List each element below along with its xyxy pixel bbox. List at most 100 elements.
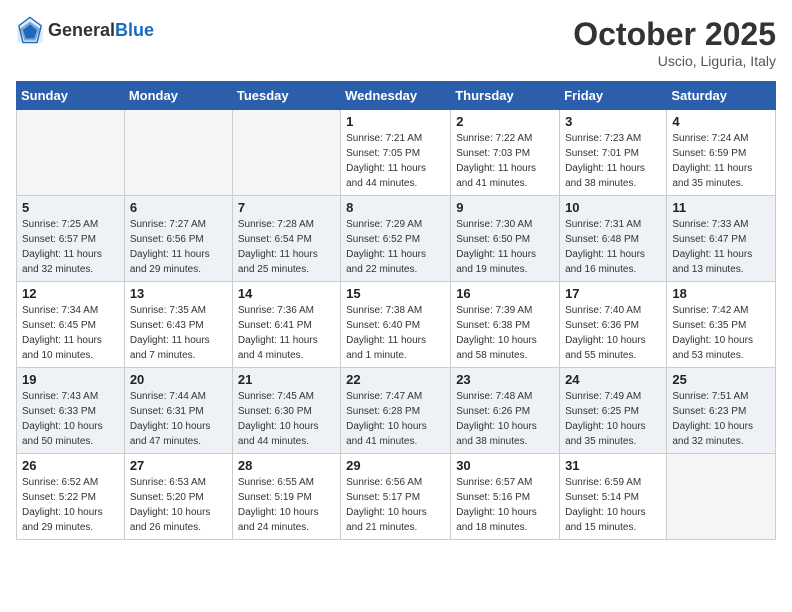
table-row: 11Sunrise: 7:33 AM Sunset: 6:47 PM Dayli… [667, 196, 776, 282]
day-info: Sunrise: 7:47 AM Sunset: 6:28 PM Dayligh… [346, 389, 445, 449]
day-number: 14 [238, 286, 335, 301]
day-number: 10 [565, 200, 661, 215]
calendar-week-row: 5 Sunrise: 7:25 AM Sunset: 6:57 PM Daylig… [17, 196, 776, 282]
calendar-week-row: 1 Sunrise: 7:21 AM Sunset: 7:05 PM Daylig… [17, 110, 776, 196]
day-info: Sunrise: 6:53 AM Sunset: 5:20 PM Dayligh… [130, 475, 227, 535]
table-row: 25 Sunrise: 7:51 AM Sunset: 6:23 PM Dayli… [667, 368, 776, 454]
table-row: 2 Sunrise: 7:22 AM Sunset: 7:03 PM Daylig… [451, 110, 560, 196]
day-info: Sunrise: 7:30 AM Sunset: 6:50 PM Dayligh… [456, 217, 554, 277]
day-number: 6 [130, 200, 227, 215]
day-info: Sunrise: 6:56 AM Sunset: 5:17 PM Dayligh… [346, 475, 445, 535]
table-row: 5 Sunrise: 7:25 AM Sunset: 6:57 PM Daylig… [17, 196, 125, 282]
day-info: Sunrise: 7:21 AM Sunset: 7:05 PM Dayligh… [346, 131, 445, 191]
logo: GeneralBlue [16, 16, 154, 44]
day-info: Sunrise: 7:49 AM Sunset: 6:25 PM Dayligh… [565, 389, 661, 449]
day-info: Sunrise: 7:48 AM Sunset: 6:26 PM Dayligh… [456, 389, 554, 449]
calendar-header-row: Sunday Monday Tuesday Wednesday Thursday… [17, 82, 776, 110]
day-number: 8 [346, 200, 445, 215]
logo-icon [16, 16, 44, 44]
day-info: Sunrise: 7:35 AM Sunset: 6:43 PM Dayligh… [130, 303, 227, 363]
table-row [232, 110, 340, 196]
col-thursday: Thursday [451, 82, 560, 110]
table-row: 15 Sunrise: 7:38 AM Sunset: 6:40 PM Dayli… [341, 282, 451, 368]
day-number: 1 [346, 114, 445, 129]
table-row: 21 Sunrise: 7:45 AM Sunset: 6:30 PM Dayli… [232, 368, 340, 454]
day-number: 7 [238, 200, 335, 215]
day-number: 17 [565, 286, 661, 301]
table-row [124, 110, 232, 196]
logo-text: GeneralBlue [48, 20, 154, 41]
day-info: Sunrise: 6:52 AM Sunset: 5:22 PM Dayligh… [22, 475, 119, 535]
table-row: 22 Sunrise: 7:47 AM Sunset: 6:28 PM Dayli… [341, 368, 451, 454]
month-year: October 2025 [573, 16, 776, 53]
table-row: 6 Sunrise: 7:27 AM Sunset: 6:56 PM Daylig… [124, 196, 232, 282]
day-number: 12 [22, 286, 119, 301]
table-row: 17 Sunrise: 7:40 AM Sunset: 6:36 PM Dayli… [560, 282, 667, 368]
day-number: 13 [130, 286, 227, 301]
table-row: 1 Sunrise: 7:21 AM Sunset: 7:05 PM Daylig… [341, 110, 451, 196]
day-number: 24 [565, 372, 661, 387]
day-number: 16 [456, 286, 554, 301]
col-friday: Friday [560, 82, 667, 110]
day-info: Sunrise: 7:42 AM Sunset: 6:35 PM Dayligh… [672, 303, 770, 363]
day-info: Sunrise: 7:34 AM Sunset: 6:45 PM Dayligh… [22, 303, 119, 363]
day-number: 28 [238, 458, 335, 473]
day-number: 15 [346, 286, 445, 301]
table-row [667, 454, 776, 540]
table-row: 29Sunrise: 6:56 AM Sunset: 5:17 PM Dayli… [341, 454, 451, 540]
table-row: 24 Sunrise: 7:49 AM Sunset: 6:25 PM Dayli… [560, 368, 667, 454]
table-row: 7Sunrise: 7:28 AM Sunset: 6:54 PM Daylig… [232, 196, 340, 282]
table-row: 16 Sunrise: 7:39 AM Sunset: 6:38 PM Dayli… [451, 282, 560, 368]
day-number: 31 [565, 458, 661, 473]
day-info: Sunrise: 6:55 AM Sunset: 5:19 PM Dayligh… [238, 475, 335, 535]
day-info: Sunrise: 6:59 AM Sunset: 5:14 PM Dayligh… [565, 475, 661, 535]
day-info: Sunrise: 7:51 AM Sunset: 6:23 PM Dayligh… [672, 389, 770, 449]
table-row: 31 Sunrise: 6:59 AM Sunset: 5:14 PM Dayli… [560, 454, 667, 540]
day-info: Sunrise: 7:24 AM Sunset: 6:59 PM Dayligh… [672, 131, 770, 191]
day-number: 30 [456, 458, 554, 473]
logo-blue: Blue [115, 20, 154, 40]
day-number: 2 [456, 114, 554, 129]
calendar-table: Sunday Monday Tuesday Wednesday Thursday… [16, 81, 776, 540]
table-row: 30 Sunrise: 6:57 AM Sunset: 5:16 PM Dayli… [451, 454, 560, 540]
calendar-week-row: 12 Sunrise: 7:34 AM Sunset: 6:45 PM Dayli… [17, 282, 776, 368]
table-row: 9Sunrise: 7:30 AM Sunset: 6:50 PM Daylig… [451, 196, 560, 282]
day-info: Sunrise: 7:25 AM Sunset: 6:57 PM Dayligh… [22, 217, 119, 277]
table-row: 10 Sunrise: 7:31 AM Sunset: 6:48 PM Dayli… [560, 196, 667, 282]
col-saturday: Saturday [667, 82, 776, 110]
day-number: 27 [130, 458, 227, 473]
day-number: 26 [22, 458, 119, 473]
calendar-week-row: 26 Sunrise: 6:52 AM Sunset: 5:22 PM Dayli… [17, 454, 776, 540]
day-number: 23 [456, 372, 554, 387]
day-info: Sunrise: 7:39 AM Sunset: 6:38 PM Dayligh… [456, 303, 554, 363]
day-number: 25 [672, 372, 770, 387]
table-row: 4 Sunrise: 7:24 AM Sunset: 6:59 PM Daylig… [667, 110, 776, 196]
day-info: Sunrise: 7:22 AM Sunset: 7:03 PM Dayligh… [456, 131, 554, 191]
day-number: 5 [22, 200, 119, 215]
day-info: Sunrise: 7:31 AM Sunset: 6:48 PM Dayligh… [565, 217, 661, 277]
table-row: 19Sunrise: 7:43 AM Sunset: 6:33 PM Dayli… [17, 368, 125, 454]
calendar-week-row: 19Sunrise: 7:43 AM Sunset: 6:33 PM Dayli… [17, 368, 776, 454]
day-number: 3 [565, 114, 661, 129]
col-wednesday: Wednesday [341, 82, 451, 110]
page-header: GeneralBlue October 2025 Uscio, Liguria,… [16, 16, 776, 69]
table-row: 18Sunrise: 7:42 AM Sunset: 6:35 PM Dayli… [667, 282, 776, 368]
logo-general: General [48, 20, 115, 40]
table-row: 13 Sunrise: 7:35 AM Sunset: 6:43 PM Dayli… [124, 282, 232, 368]
day-info: Sunrise: 7:27 AM Sunset: 6:56 PM Dayligh… [130, 217, 227, 277]
day-info: Sunrise: 7:45 AM Sunset: 6:30 PM Dayligh… [238, 389, 335, 449]
col-monday: Monday [124, 82, 232, 110]
location: Uscio, Liguria, Italy [573, 53, 776, 69]
day-number: 4 [672, 114, 770, 129]
day-number: 21 [238, 372, 335, 387]
table-row: 3Sunrise: 7:23 AM Sunset: 7:01 PM Daylig… [560, 110, 667, 196]
day-info: Sunrise: 6:57 AM Sunset: 5:16 PM Dayligh… [456, 475, 554, 535]
day-info: Sunrise: 7:43 AM Sunset: 6:33 PM Dayligh… [22, 389, 119, 449]
day-info: Sunrise: 7:38 AM Sunset: 6:40 PM Dayligh… [346, 303, 445, 363]
col-sunday: Sunday [17, 82, 125, 110]
table-row: 20Sunrise: 7:44 AM Sunset: 6:31 PM Dayli… [124, 368, 232, 454]
table-row: 26 Sunrise: 6:52 AM Sunset: 5:22 PM Dayli… [17, 454, 125, 540]
day-number: 22 [346, 372, 445, 387]
table-row: 23 Sunrise: 7:48 AM Sunset: 6:26 PM Dayli… [451, 368, 560, 454]
day-info: Sunrise: 7:40 AM Sunset: 6:36 PM Dayligh… [565, 303, 661, 363]
